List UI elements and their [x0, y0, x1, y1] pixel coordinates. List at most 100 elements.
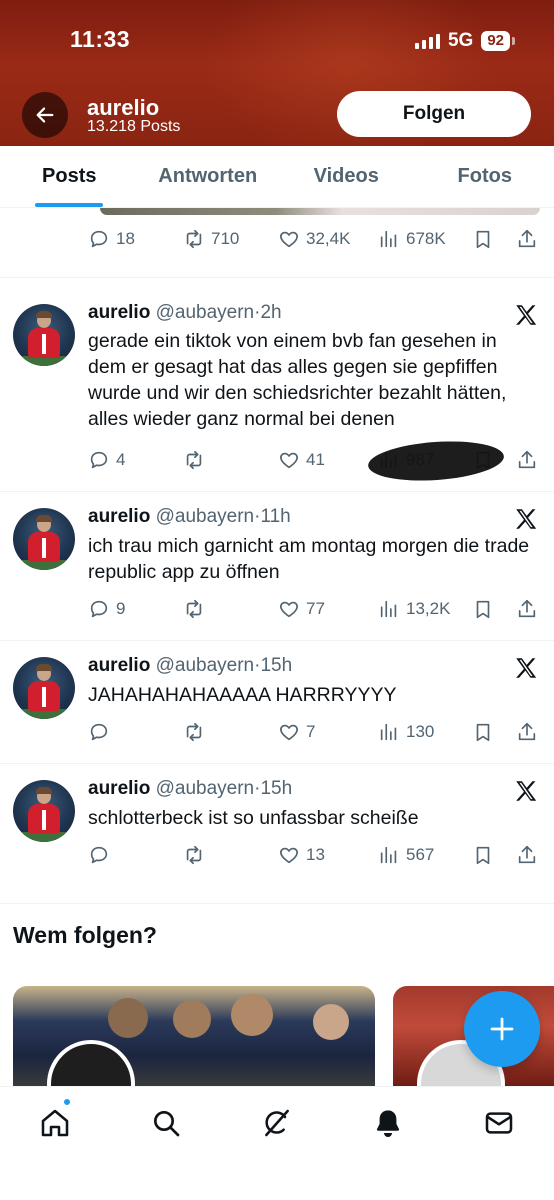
author-handle[interactable]: @aubayern — [156, 778, 255, 799]
divider — [0, 277, 554, 278]
views-button[interactable]: 678K — [378, 225, 446, 253]
repost-button[interactable] — [183, 595, 205, 623]
x-logo-icon[interactable] — [513, 655, 539, 681]
author-name[interactable]: aurelio — [88, 778, 150, 799]
like-button[interactable]: 32,4K — [278, 225, 350, 253]
bookmark-button[interactable] — [472, 225, 494, 253]
nav-notifications[interactable] — [368, 1103, 408, 1143]
author-name[interactable]: aurelio — [88, 506, 150, 527]
post-media-partial[interactable] — [100, 208, 540, 215]
views-button[interactable]: 13,2K — [378, 595, 450, 623]
repost-button[interactable] — [183, 446, 205, 474]
repost-button[interactable]: 710 — [183, 225, 239, 253]
repost-icon — [186, 722, 202, 742]
divider — [0, 640, 554, 641]
reply-icon — [90, 846, 108, 864]
tab-posts[interactable]: Posts — [0, 146, 139, 207]
reply-button[interactable] — [88, 841, 110, 869]
repost-icon — [186, 450, 202, 470]
reply-icon — [90, 451, 108, 469]
profile-post-count: 13.218 Posts — [87, 118, 181, 135]
tab-photos[interactable]: Fotos — [416, 146, 554, 207]
views-count: 130 — [406, 722, 435, 741]
reply-count: 4 — [116, 450, 126, 469]
repost-button[interactable] — [183, 718, 205, 746]
like-button[interactable]: 7 — [278, 718, 315, 746]
heart-icon — [280, 601, 298, 618]
x-logo-icon[interactable] — [513, 506, 539, 532]
views-icon — [380, 230, 397, 248]
avatar[interactable] — [13, 657, 75, 719]
nav-grok[interactable] — [257, 1103, 297, 1143]
views-button[interactable]: 130 — [378, 718, 434, 746]
post-text: gerade ein tiktok von einem bvb fan gese… — [88, 330, 507, 430]
share-button[interactable] — [516, 595, 538, 623]
divider — [0, 491, 554, 492]
suggestion-card-banner[interactable] — [13, 986, 375, 1086]
post-text: schlotterbeck ist so unfassbar scheiße — [88, 807, 419, 829]
repost-button[interactable] — [183, 841, 205, 869]
post-header: aurelio @aubayern·2h — [88, 302, 282, 323]
nav-home[interactable] — [35, 1103, 75, 1143]
compose-button[interactable] — [464, 991, 540, 1067]
reply-button[interactable]: 9 — [88, 595, 125, 623]
arrow-left-icon — [36, 107, 54, 123]
post-actions: 7 130 — [88, 718, 540, 746]
bookmark-icon — [476, 723, 490, 742]
search-icon — [154, 1111, 180, 1137]
bookmark-icon — [476, 600, 490, 619]
repost-icon — [186, 845, 202, 865]
avatar[interactable] — [13, 304, 75, 366]
tab-replies[interactable]: Antworten — [139, 146, 278, 207]
post-text: ich trau mich garnicht am montag morgen … — [88, 535, 530, 583]
tab-videos[interactable]: Videos — [277, 146, 416, 207]
grok-icon — [265, 1109, 289, 1137]
author-handle[interactable]: @aubayern — [156, 506, 255, 527]
profile-tabs: Posts Antworten Videos Fotos — [0, 146, 554, 208]
status-time: 11:33 — [70, 26, 131, 52]
divider — [0, 763, 554, 764]
reply-button[interactable]: 18 — [88, 225, 135, 253]
avatar[interactable] — [13, 780, 75, 842]
bookmark-button[interactable] — [472, 718, 494, 746]
bottom-navigation — [0, 1086, 554, 1200]
share-button[interactable] — [516, 718, 538, 746]
author-name[interactable]: aurelio — [88, 655, 150, 676]
x-logo-icon[interactable] — [513, 302, 539, 328]
share-button[interactable] — [516, 446, 538, 474]
follow-button[interactable]: Folgen — [337, 91, 531, 137]
post-header: aurelio @aubayern·15h — [88, 778, 293, 799]
views-icon — [380, 600, 397, 618]
like-button[interactable]: 77 — [278, 595, 325, 623]
notification-dot — [62, 1097, 72, 1107]
post-actions: 13 567 — [88, 841, 540, 869]
signal-icon — [414, 33, 440, 49]
bookmark-icon — [476, 230, 490, 249]
reply-button[interactable] — [88, 718, 110, 746]
profile-header: 11:33 5G 92 aurelio 13.218 Posts Folgen — [0, 0, 554, 146]
nav-messages[interactable] — [479, 1103, 519, 1143]
nav-search[interactable] — [146, 1103, 186, 1143]
bookmark-button[interactable] — [472, 595, 494, 623]
avatar[interactable] — [13, 508, 75, 570]
author-handle[interactable]: @aubayern — [156, 655, 255, 676]
share-button[interactable] — [516, 841, 538, 869]
post-actions: 18 710 32,4K 678K — [88, 225, 540, 253]
reply-button[interactable]: 4 — [88, 446, 125, 474]
like-button[interactable]: 41 — [278, 446, 325, 474]
back-button[interactable] — [22, 92, 68, 138]
author-handle[interactable]: @aubayern — [156, 302, 255, 323]
suggestion-avatar[interactable] — [47, 1040, 135, 1086]
like-button[interactable]: 13 — [278, 841, 325, 869]
plus-icon — [490, 1017, 514, 1041]
share-button[interactable] — [516, 225, 538, 253]
reply-icon — [90, 600, 108, 618]
views-button[interactable]: 567 — [378, 841, 434, 869]
author-name[interactable]: aurelio — [88, 302, 150, 323]
x-logo-icon[interactable] — [513, 778, 539, 804]
post-time: 15h — [260, 655, 293, 676]
post-time: 11h — [260, 506, 291, 527]
bookmark-button[interactable] — [472, 841, 494, 869]
home-icon — [41, 1109, 69, 1137]
views-count: 13,2K — [406, 599, 451, 618]
